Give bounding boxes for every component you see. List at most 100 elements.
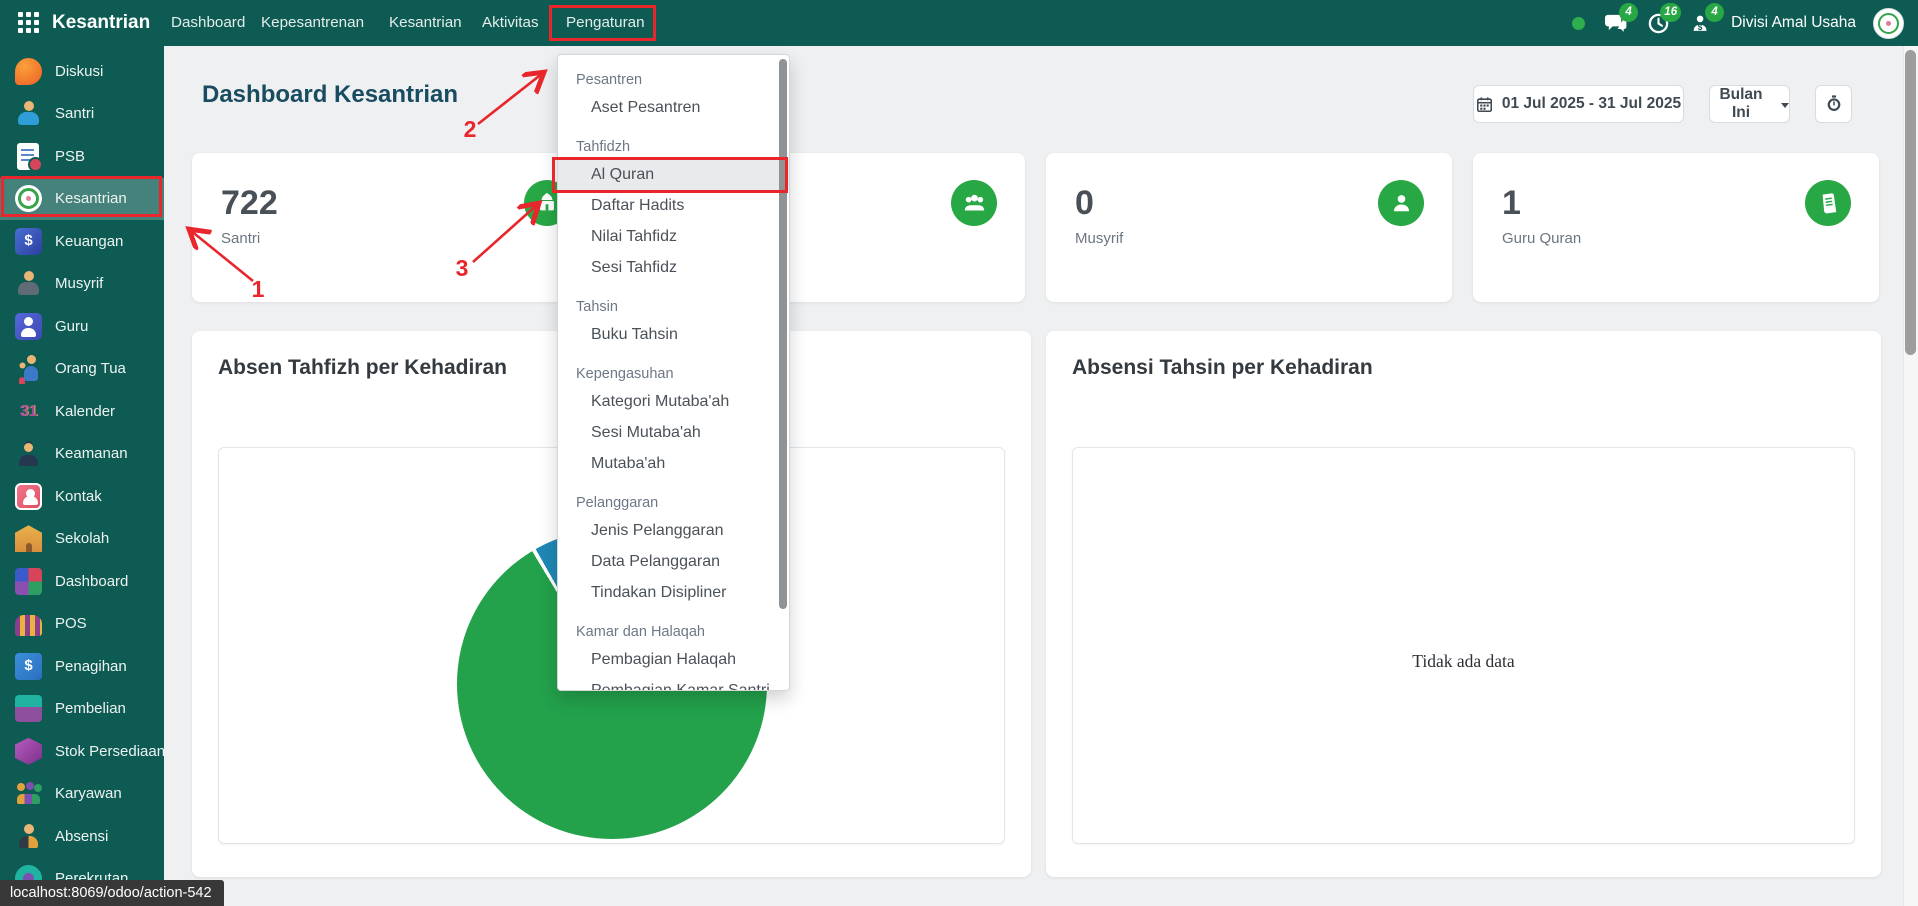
- kalender-icon: [15, 398, 42, 425]
- menu-item-mutabaah[interactable]: Mutaba'ah: [558, 448, 789, 479]
- pengaturan-dropdown-menu: Pesantren Aset Pesantren Tahfidzh Al Qur…: [557, 54, 790, 691]
- navbar-right-cluster: 4 16 $ 4 Divisi Amal Usaha: [1572, 0, 1904, 46]
- menu-section-tahsin: Tahsin: [576, 299, 618, 315]
- nav-kesantrian[interactable]: Kesantrian: [389, 0, 462, 46]
- menu-item-al-quran[interactable]: Al Quran: [558, 159, 789, 190]
- dashboard-icon: [15, 567, 42, 595]
- sidebar-item-stok-persediaan[interactable]: Stok Persediaan: [0, 730, 165, 773]
- guru-quran-label: Guru Quran: [1502, 230, 1582, 247]
- top-navbar: Kesantrian Dashboard Kepesantrenan Kesan…: [0, 0, 1918, 46]
- activities-clock-icon[interactable]: 16: [1645, 3, 1682, 35]
- sidebar-item-psb[interactable]: PSB: [0, 135, 164, 178]
- nav-dashboard[interactable]: Dashboard: [171, 0, 245, 46]
- app-title: Kesantrian: [52, 12, 151, 33]
- menu-item-data-pelanggaran[interactable]: Data Pelanggaran: [558, 546, 789, 577]
- tahsin-chart-panel: Tidak ada data: [1072, 447, 1855, 844]
- sidebar-item-guru[interactable]: Guru: [0, 305, 164, 348]
- stat-card-musyrif: 0 Musyrif: [1046, 153, 1452, 302]
- pembelian-icon: [15, 695, 42, 723]
- menu-item-sesi-tahfidz[interactable]: Sesi Tahfidz: [558, 252, 789, 283]
- annotation-label-2: 2: [464, 116, 477, 142]
- nav-pengaturan[interactable]: Pengaturan: [566, 0, 645, 46]
- kesantrian-icon: [15, 185, 42, 213]
- sekolah-icon: [15, 525, 42, 553]
- page-scrollbar-thumb[interactable]: [1905, 50, 1916, 355]
- tahsin-chart-card: Absensi Tahsin per Kehadiran Tidak ada d…: [1046, 331, 1881, 877]
- date-range-label: 01 Jul 2025 - 31 Jul 2025: [1501, 95, 1682, 112]
- nav-kepesantrenan[interactable]: Kepesantrenan: [261, 0, 364, 46]
- sidebar-item-kontak[interactable]: Kontak: [0, 475, 164, 518]
- sidebar-item-pembelian[interactable]: Pembelian: [0, 688, 164, 731]
- stopwatch-icon: [1827, 95, 1840, 111]
- penagihan-icon: [15, 652, 42, 680]
- sidebar-item-musyrif[interactable]: Musyrif: [0, 263, 164, 306]
- messages-icon[interactable]: 4: [1602, 3, 1639, 35]
- page-scrollbar-track[interactable]: [1903, 46, 1918, 906]
- sidebar-item-keamanan[interactable]: Keamanan: [0, 433, 164, 476]
- diskusi-icon: [15, 57, 42, 85]
- sidebar-item-absensi[interactable]: Absensi: [0, 815, 164, 858]
- app-sidebar: Diskusi Santri PSB Kesantrian Keuangan M…: [0, 46, 165, 906]
- book-icon: [1805, 180, 1851, 226]
- menu-item-buku-tahsin[interactable]: Buku Tahsin: [558, 319, 789, 350]
- user-requests-icon[interactable]: $ 4: [1688, 3, 1725, 35]
- apps-grid-icon[interactable]: [16, 12, 40, 34]
- pos-icon: [15, 614, 42, 636]
- stok-icon: [15, 737, 42, 765]
- chevron-down-icon: [1781, 102, 1789, 108]
- orang-tua-icon: [15, 355, 42, 382]
- santri-icon: [15, 100, 42, 127]
- sidebar-item-pos[interactable]: POS: [0, 603, 164, 646]
- sidebar-item-keuangan[interactable]: Keuangan: [0, 220, 164, 263]
- user-avatar[interactable]: [1873, 7, 1904, 39]
- nav-aktivitas[interactable]: Aktivitas: [482, 0, 539, 46]
- tahsin-chart-title: Absensi Tahsin per Kehadiran: [1072, 356, 1373, 379]
- psb-icon: [17, 142, 43, 172]
- sidebar-item-kesantrian[interactable]: Kesantrian: [0, 177, 164, 220]
- menu-item-daftar-hadits[interactable]: Daftar Hadits: [558, 190, 789, 221]
- menu-item-nilai-tahfidz[interactable]: Nilai Tahfidz: [558, 221, 789, 252]
- kontak-icon: [15, 482, 42, 510]
- keuangan-icon: [15, 227, 42, 255]
- sidebar-item-kalender[interactable]: Kalender: [0, 390, 164, 433]
- date-range-button[interactable]: 01 Jul 2025 - 31 Jul 2025: [1473, 85, 1684, 123]
- online-status-dot: [1572, 16, 1586, 30]
- absensi-icon: [15, 823, 42, 850]
- activities-badge: 16: [1660, 3, 1682, 22]
- musyrif-label: Musyrif: [1075, 230, 1124, 247]
- sidebar-item-diskusi[interactable]: Diskusi: [0, 50, 164, 93]
- sidebar-item-orang-tua[interactable]: Orang Tua: [0, 348, 164, 391]
- stat-card-santri: 722 Santri: [192, 153, 598, 302]
- menu-item-sesi-mutabaah[interactable]: Sesi Mutaba'ah: [558, 417, 789, 448]
- period-dropdown-button[interactable]: Bulan Ini: [1709, 85, 1790, 123]
- annotation-arrow-2: [477, 73, 543, 126]
- stat-card-guru-quran: 1 Guru Quran: [1473, 153, 1879, 302]
- calendar-icon: [1476, 96, 1492, 112]
- company-name[interactable]: Divisi Amal Usaha: [1731, 14, 1856, 32]
- people-group-icon: [951, 180, 997, 226]
- menu-section-pelanggaran: Pelanggaran: [576, 495, 659, 511]
- menu-section-kepengasuhan: Kepengasuhan: [576, 366, 674, 382]
- menu-item-jenis-pelanggaran[interactable]: Jenis Pelanggaran: [558, 515, 789, 546]
- menu-item-pembagian-kamar-santri[interactable]: Pembagian Kamar Santri: [558, 675, 789, 690]
- guru-icon: [15, 312, 42, 340]
- user-requests-badge: 4: [1705, 3, 1725, 22]
- menu-item-aset-pesantren[interactable]: Aset Pesantren: [558, 92, 789, 123]
- person-icon: [1378, 180, 1424, 226]
- page-title: Dashboard Kesantrian: [202, 81, 459, 108]
- menu-section-pesantren: Pesantren: [576, 72, 643, 88]
- karyawan-icon: [15, 780, 42, 807]
- sidebar-item-sekolah[interactable]: Sekolah: [0, 518, 164, 561]
- svg-text:$: $: [1698, 22, 1703, 31]
- realtime-clock-button[interactable]: [1815, 85, 1852, 123]
- sidebar-item-penagihan[interactable]: Penagihan: [0, 645, 164, 688]
- menu-item-tindakan-disipliner[interactable]: Tindakan Disipliner: [558, 577, 789, 608]
- sidebar-item-karyawan[interactable]: Karyawan: [0, 773, 164, 816]
- menu-item-pembagian-halaqah[interactable]: Pembagian Halaqah: [558, 644, 789, 675]
- sidebar-item-dashboard[interactable]: Dashboard: [0, 560, 164, 603]
- menu-section-kamar-dan-halaqah: Kamar dan Halaqah: [576, 624, 705, 640]
- status-url-tooltip: localhost:8069/odoo/action-542: [0, 880, 224, 906]
- sidebar-item-santri[interactable]: Santri: [0, 93, 164, 136]
- menu-item-kategori-mutabaah[interactable]: Kategori Mutaba'ah: [558, 386, 789, 417]
- dropdown-scrollbar[interactable]: [779, 59, 787, 609]
